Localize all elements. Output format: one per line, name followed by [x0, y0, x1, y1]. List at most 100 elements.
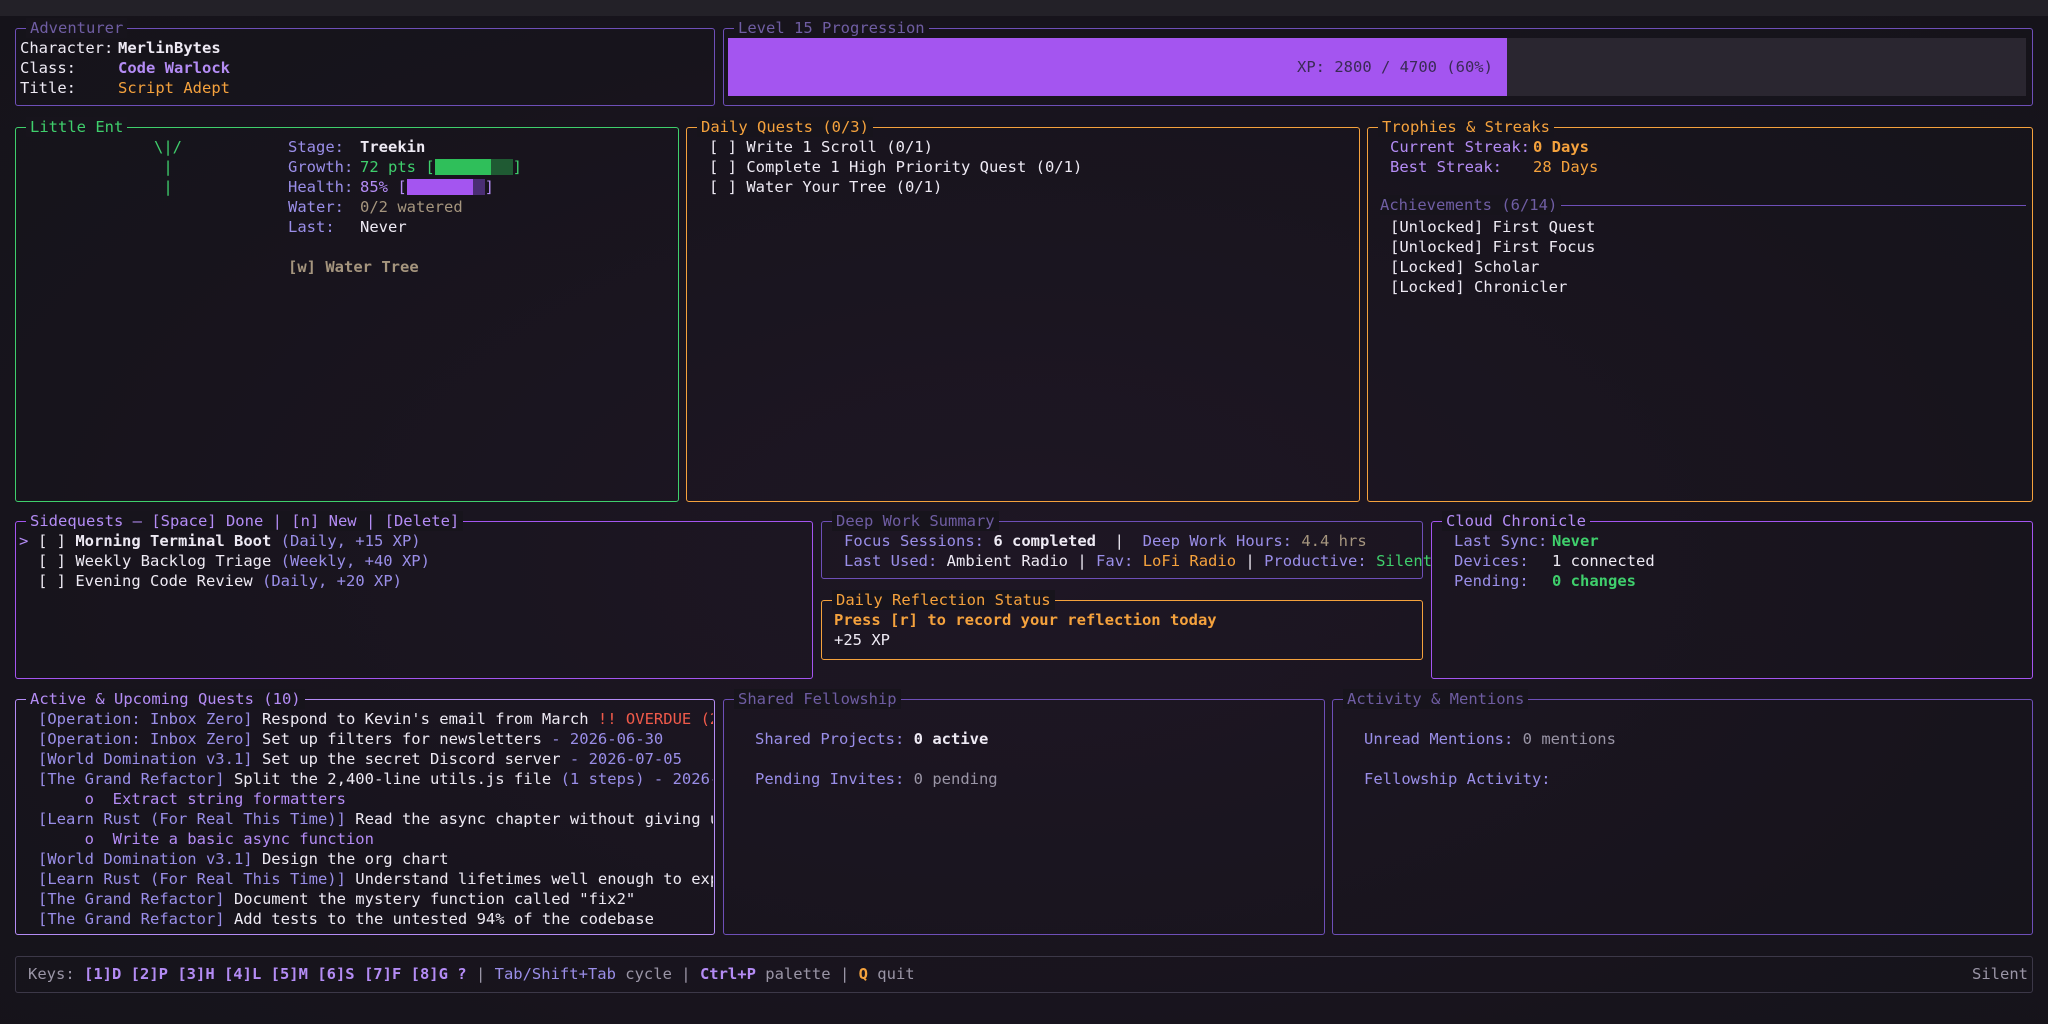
- achievements-title: Achievements (6/14): [1380, 195, 1562, 215]
- health-bar-fill: [406, 179, 473, 195]
- quest-title: Respond to Kevin's email from March: [252, 710, 598, 728]
- quest-title: Design the org chart: [252, 850, 449, 868]
- sidequest-checkbox[interactable]: [ ]: [38, 572, 66, 590]
- separator: |: [1245, 552, 1255, 570]
- quest-project-tag: [Operation: Inbox Zero]: [38, 730, 253, 748]
- quest-row[interactable]: [The Grand Refactor] Split the 2,400-lin…: [38, 769, 713, 789]
- reflection-reward: +25 XP: [834, 631, 890, 649]
- sidequest-row[interactable]: [ ] Evening Code Review (Daily, +20 XP): [38, 571, 402, 591]
- growth-label: Growth:: [288, 158, 354, 176]
- active-quests-panel: Active & Upcoming Quests (10) [Operation…: [15, 689, 715, 935]
- quest-project-tag: [Learn Rust (For Real This Time)]: [38, 810, 346, 828]
- selection-cursor: >: [19, 532, 29, 550]
- quit-label: quit: [867, 965, 915, 983]
- quest-row[interactable]: [Learn Rust (For Real This Time)] Unders…: [38, 869, 713, 889]
- health-bar: 85% []: [360, 177, 494, 197]
- separator: |: [839, 965, 859, 983]
- pending-invites-line: Pending Invites: 0 pending: [755, 769, 998, 789]
- panel-title: Shared Fellowship: [734, 689, 901, 709]
- character-name: MerlinBytes: [118, 39, 221, 57]
- productive-label: Productive:: [1264, 552, 1367, 570]
- palette-key[interactable]: Ctrl+P: [700, 965, 756, 983]
- devices-label: Devices:: [1454, 552, 1529, 570]
- daily-quest-item[interactable]: [ ] Write 1 Scroll (0/1): [709, 137, 933, 157]
- quest-row[interactable]: [The Grand Refactor] Add tests to the un…: [38, 909, 654, 929]
- deep-work-panel: Deep Work Summary Focus Sessions: 6 comp…: [821, 511, 1432, 579]
- quest-project-tag: [The Grand Refactor]: [38, 890, 225, 908]
- health-label: Health:: [288, 178, 354, 196]
- panel-title: Little Ent: [26, 117, 128, 137]
- record-reflection-prompt[interactable]: Press [r] to record your reflection toda…: [834, 610, 1217, 630]
- sidequest-row[interactable]: [ ] Morning Terminal Boot (Daily, +15 XP…: [38, 531, 421, 551]
- last-label: Last:: [288, 218, 335, 236]
- title-label: Title:: [20, 79, 76, 97]
- current-streak-label: Current Streak:: [1390, 138, 1530, 156]
- panel-title: Adventurer: [26, 18, 128, 38]
- quest-subtask[interactable]: o Extract string formatters: [38, 789, 346, 809]
- achievement-item: [Locked] Chronicler: [1390, 278, 1568, 296]
- devices-value: 1 connected: [1552, 552, 1655, 570]
- little-ent-panel: Little Ent \|/ | | Stage: Treekin Growth…: [15, 117, 679, 502]
- achievement-item: [Locked] Scholar: [1390, 258, 1540, 276]
- trophies-panel: Trophies & Streaks Current Streak: 0 Day…: [1367, 117, 2033, 502]
- mentions-value: 0 mentions: [1522, 730, 1616, 748]
- health-value: 85% [: [360, 178, 407, 196]
- quest-list: [Operation: Inbox Zero] Respond to Kevin…: [16, 700, 713, 933]
- quest-project-tag: [Operation: Inbox Zero]: [38, 710, 253, 728]
- sidequest-row[interactable]: [ ] Weekly Backlog Triage (Weekly, +40 X…: [38, 551, 430, 571]
- panel-title: Cloud Chronicle: [1442, 511, 1590, 531]
- sidequests-panel: Sidequests — [Space] Done | [n] New | [D…: [15, 511, 813, 679]
- character-label: Character:: [20, 39, 114, 57]
- growth-bar-fill: [434, 159, 491, 175]
- growth-bar-end: ]: [512, 158, 522, 176]
- sidequest-checkbox[interactable]: [ ]: [38, 532, 66, 550]
- water-tree-button[interactable]: [w] Water Tree: [288, 257, 419, 277]
- quest-project-tag: [The Grand Refactor]: [38, 910, 225, 928]
- last-value: Never: [360, 218, 407, 236]
- invites-label: Pending Invites:: [755, 770, 905, 788]
- panel-title: Trophies & Streaks: [1378, 117, 1554, 137]
- quest-row[interactable]: [World Domination v3.1] Set up the secre…: [38, 749, 682, 769]
- growth-value: 72 pts [: [360, 158, 435, 176]
- shared-fellowship-panel: Shared Fellowship Shared Projects: 0 act…: [723, 689, 1325, 935]
- tree-art-trunk: |: [154, 158, 173, 176]
- last-used-line: Last Used: Ambient Radio | Fav: LoFi Rad…: [844, 551, 1432, 571]
- panel-title: Level 15 Progression: [734, 18, 929, 38]
- view-shortcuts[interactable]: [1]D [2]P [3]H [4]L [5]M [6]S [7]F [8]G …: [84, 965, 467, 983]
- adventurer-panel: Adventurer Character: MerlinBytes Class:…: [15, 18, 715, 106]
- quest-row[interactable]: [World Domination v3.1] Design the org c…: [38, 849, 449, 869]
- sidequest-name: Morning Terminal Boot: [75, 532, 272, 550]
- daily-quest-item[interactable]: [ ] Complete 1 High Priority Quest (0/1): [709, 157, 1082, 177]
- sidequest-name: Evening Code Review: [75, 572, 253, 590]
- quest-due: - 2026-07-05: [569, 750, 682, 768]
- daily-quest-item[interactable]: [ ] Water Your Tree (0/1): [709, 177, 942, 197]
- tab-cycle-key[interactable]: Tab/Shift+Tab: [495, 965, 616, 983]
- projects-value: 0 active: [913, 730, 989, 748]
- quest-title: Understand lifetimes well enough to expl…: [345, 870, 713, 888]
- mentions-label: Unread Mentions:: [1364, 730, 1514, 748]
- separator: |: [466, 965, 495, 983]
- quest-title: Read the async chapter without giving up: [345, 810, 713, 828]
- separator: |: [1114, 532, 1124, 550]
- quest-row[interactable]: [Learn Rust (For Real This Time)] Read t…: [38, 809, 713, 829]
- sidequest-checkbox[interactable]: [ ]: [38, 552, 66, 570]
- quest-project-tag: [The Grand Refactor]: [38, 770, 225, 788]
- quest-row[interactable]: [The Grand Refactor] Document the myster…: [38, 889, 635, 909]
- quest-row[interactable]: [Operation: Inbox Zero] Respond to Kevin…: [38, 709, 713, 729]
- unread-mentions-line: Unread Mentions: 0 mentions: [1364, 729, 1616, 749]
- quest-row[interactable]: [Operation: Inbox Zero] Set up filters f…: [38, 729, 663, 749]
- panel-title: Deep Work Summary: [832, 511, 999, 531]
- xp-progress-bar: XP: 2800 / 4700 (60%): [728, 38, 2026, 96]
- water-value: 0/2 watered: [360, 198, 463, 216]
- sessions-value: 6 completed: [993, 532, 1096, 550]
- reflection-panel: Daily Reflection Status Press [r] to rec…: [821, 590, 1423, 660]
- achievement-item: [Unlocked] First Focus: [1390, 238, 1596, 256]
- quest-due: (1 steps) - 2026-07: [560, 770, 713, 788]
- sidequest-meta: (Daily, +20 XP): [262, 572, 402, 590]
- keys-label: Keys:: [28, 965, 84, 983]
- quest-subtask[interactable]: o Write a basic async function: [38, 829, 374, 849]
- quest-title: Set up the secret Discord server: [252, 750, 570, 768]
- cloud-chronicle-panel: Cloud Chronicle Last Sync: Never Devices…: [1431, 511, 2033, 679]
- quit-key[interactable]: Q: [859, 965, 868, 983]
- fav-value: LoFi Radio: [1142, 552, 1237, 570]
